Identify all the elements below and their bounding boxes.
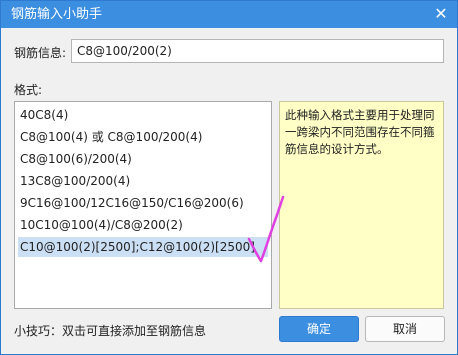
rebar-info-input[interactable] [71,39,444,63]
format-list-item[interactable]: 40C8(4) [18,105,268,125]
format-list-item-selected[interactable]: C10@100(2)[2500];C12@100(2)[2500] [18,237,268,257]
ok-button[interactable]: 确定 [279,316,359,342]
window-title: 钢筋输入小助手 [11,7,103,22]
format-list-item[interactable]: 10C10@100(4)/C8@200(2) [18,215,268,235]
close-icon[interactable]: ✕ [431,4,451,24]
format-list-item[interactable]: 9C16@100/12C16@150/C16@200(6) [18,193,268,213]
rebar-input-helper-dialog: 钢筋输入小助手 ✕ 钢筋信息: 格式: 40C8(4) C8@100(4) 或 … [0,0,458,355]
tip-text: 小技巧：双击可直接添加至钢筋信息 [14,324,207,338]
format-list[interactable]: 40C8(4) C8@100(4) 或 C8@100/200(4) C8@100… [14,101,272,309]
format-list-item[interactable]: 13C8@100/200(4) [18,171,268,191]
format-list-item[interactable]: C8@100(6)/200(4) [18,149,268,169]
format-label: 格式: [14,83,43,97]
cancel-button[interactable]: 取消 [365,316,445,342]
format-description: 此种输入格式主要用于处理同一跨梁内不同范围存在不同箍筋信息的设计方式。 [279,101,444,309]
format-list-item[interactable]: C8@100(4) 或 C8@100/200(4) [18,127,268,147]
rebar-info-label: 钢筋信息: [14,46,67,60]
title-bar: 钢筋输入小助手 ✕ [1,1,457,28]
